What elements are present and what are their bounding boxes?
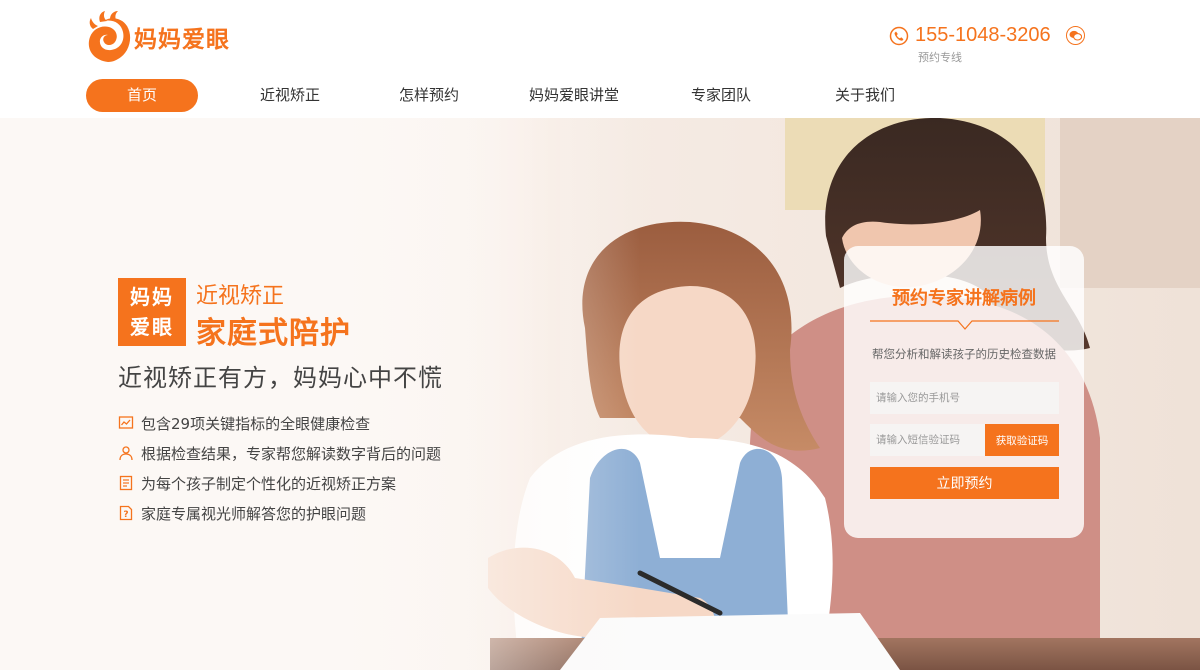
book-now-button[interactable]: 立即预约 (870, 467, 1059, 499)
badge-line-1: 妈妈 (130, 285, 174, 309)
chart-icon (118, 416, 134, 429)
logo[interactable]: 妈妈爱眼 (86, 10, 230, 64)
nav-expert-team[interactable]: 专家团队 (659, 79, 783, 112)
phone-icon (889, 26, 909, 45)
wechat-bubble-icon (1069, 30, 1082, 41)
feature-item: 为每个孩子制定个性化的近视矫正方案 (118, 468, 441, 498)
question-document-icon: ? (119, 505, 133, 521)
feature-text: 包含29项关键指标的全眼健康检查 (141, 414, 371, 433)
plan-document-icon (119, 475, 133, 491)
hero-fade-overlay (0, 118, 640, 670)
feature-text: 根据检查结果，专家帮您解读数字背后的问题 (141, 444, 442, 463)
logo-swirl-icon (88, 11, 131, 62)
nav-myopia-correction[interactable]: 近视矫正 (228, 79, 352, 112)
appointment-form: 预约专家讲解病例 帮您分析和解读孩子的历史检查数据 获取验证码 立即预约 (844, 246, 1084, 538)
hero-title-line-1: 近视矫正 (196, 284, 285, 309)
verification-code-input[interactable] (870, 424, 985, 456)
main-nav: 首页 近视矫正 怎样预约 妈妈爱眼讲堂 专家团队 关于我们 (86, 79, 927, 112)
feature-item: 包含29项关键指标的全眼健康检查 (118, 408, 441, 438)
feature-item: ? 家庭专属视光师解答您的护眼问题 (118, 498, 441, 528)
badge-line-2: 爱眼 (130, 315, 174, 339)
phone-contact[interactable]: 155-1048-3206 预约专线 (889, 24, 1051, 65)
nav-how-to-book[interactable]: 怎样预约 (367, 79, 491, 112)
nav-about-us[interactable]: 关于我们 (803, 79, 927, 112)
logo-text: 妈妈爱眼 (134, 27, 230, 53)
phone-number: 155-1048-3206 (915, 24, 1051, 46)
phone-label: 预约专线 (918, 51, 962, 64)
feature-text: 家庭专属视光师解答您的护眼问题 (141, 504, 367, 523)
get-code-button[interactable]: 获取验证码 (985, 424, 1059, 456)
nav-lecture-hall[interactable]: 妈妈爱眼讲堂 (499, 79, 649, 112)
person-icon (119, 446, 133, 461)
feature-text: 为每个孩子制定个性化的近视矫正方案 (141, 474, 397, 493)
hero-title-line-2: 家庭式陪护 (196, 316, 351, 351)
feature-item: 根据检查结果，专家帮您解读数字背后的问题 (118, 438, 441, 468)
form-title: 预约专家讲解病例 (892, 288, 1036, 309)
form-divider (870, 320, 1059, 330)
site-header: 妈妈爱眼 155-1048-3206 预约专线 首页 近视矫正 怎样预约 妈妈爱… (0, 0, 1200, 118)
feature-list: 包含29项关键指标的全眼健康检查 根据检查结果，专家帮您解读数字背后的问题 为每… (118, 408, 441, 528)
brand-badge: 妈妈 爱眼 (118, 278, 186, 346)
svg-text:?: ? (123, 510, 128, 520)
nav-home[interactable]: 首页 (86, 79, 198, 112)
hero-banner: 妈妈 爱眼 近视矫正 家庭式陪护 近视矫正有方，妈妈心中不慌 包含29项关键指标… (0, 118, 1200, 670)
form-description: 帮您分析和解读孩子的历史检查数据 (872, 347, 1056, 361)
phone-input[interactable] (870, 382, 1059, 414)
hero-subtitle: 近视矫正有方，妈妈心中不慌 (118, 364, 443, 392)
wechat-icon[interactable] (1066, 26, 1085, 45)
